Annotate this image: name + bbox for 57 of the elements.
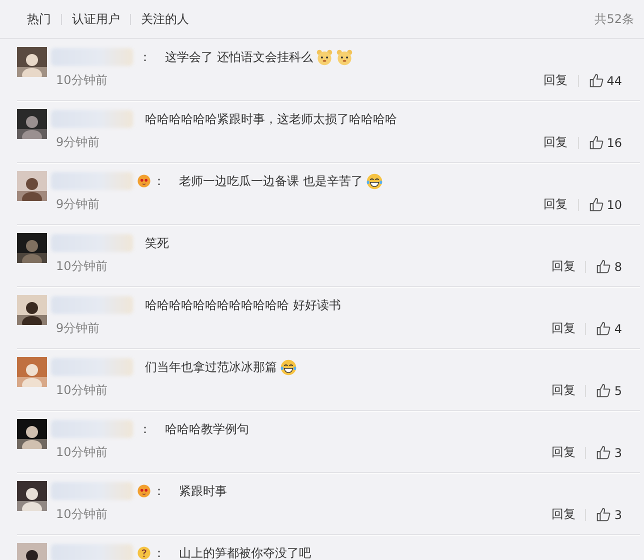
laughing-face-icon: [280, 358, 297, 376]
like-count: 3: [614, 446, 622, 460]
colon: ：: [139, 48, 151, 66]
like-count: 16: [606, 136, 622, 150]
reply-link[interactable]: 回复: [551, 320, 576, 337]
reply-link[interactable]: 回复: [544, 196, 568, 213]
comment-text: 这学会了 还怕语文会挂科么: [165, 48, 313, 66]
thumbs-up-icon[interactable]: [596, 507, 612, 522]
bear-face-icon: [316, 48, 333, 66]
colon: ：: [153, 482, 165, 500]
thumbs-up-icon[interactable]: [588, 135, 604, 150]
filter-tab[interactable]: 关注的人: [131, 10, 199, 28]
bear-face-icon: [336, 48, 353, 66]
thumbs-up-icon[interactable]: [596, 259, 612, 274]
colon: ：: [139, 420, 151, 438]
comment-text: 哈哈哈哈哈哈哈哈哈哈哈哈 好好读书: [145, 296, 341, 314]
like-count: 3: [614, 508, 622, 522]
comment-time: 10分钟前: [56, 72, 108, 89]
comment-time: 9分钟前: [56, 196, 101, 213]
thumbs-up-icon[interactable]: [588, 197, 604, 212]
like-count: 5: [614, 384, 622, 398]
comment-text: 笑死: [145, 234, 169, 252]
question-face-icon: [137, 546, 151, 560]
like-count: 44: [606, 74, 622, 88]
colon: ：: [153, 544, 165, 560]
blushing-face-icon: [137, 174, 151, 188]
like-count: 8: [614, 260, 622, 274]
comment-text: 老师一边吃瓜一边备课 也是辛苦了: [179, 172, 363, 190]
comment-text: 紧跟时事: [179, 482, 227, 500]
comment-time: 10分钟前: [56, 444, 108, 461]
comment-time: 10分钟前: [56, 506, 108, 523]
comment-text: 哈哈哈哈哈哈紧跟时事，这老师太损了哈哈哈哈: [145, 110, 397, 128]
like-count: 4: [614, 322, 622, 336]
colon: ：: [153, 172, 165, 190]
thumbs-up-icon[interactable]: [596, 383, 612, 398]
comment-time: 9分钟前: [56, 134, 101, 151]
comment-text: 哈哈哈教学例句: [165, 420, 249, 438]
thumbs-up-icon[interactable]: [596, 445, 612, 460]
comment-time: 10分钟前: [56, 382, 108, 399]
reply-link[interactable]: 回复: [551, 382, 576, 399]
filter-tab[interactable]: 热门: [17, 10, 61, 28]
reply-link[interactable]: 回复: [551, 506, 576, 523]
filter-tab[interactable]: 认证用户: [62, 10, 130, 28]
laughing-face-icon: [366, 172, 383, 190]
comment-time: 9分钟前: [56, 320, 101, 337]
reply-link[interactable]: 回复: [544, 72, 568, 89]
comment-text: 们当年也拿过范冰冰那篇: [145, 358, 277, 376]
reply-link[interactable]: 回复: [551, 258, 576, 275]
reply-link[interactable]: 回复: [551, 444, 576, 461]
comment-time: 10分钟前: [56, 258, 108, 275]
reply-link[interactable]: 回复: [544, 134, 568, 151]
thumbs-up-icon[interactable]: [588, 73, 604, 88]
blushing-face-icon: [137, 484, 151, 498]
like-count: 10: [606, 198, 622, 212]
thumbs-up-icon[interactable]: [596, 321, 612, 336]
comment-text: 山上的笋都被你夺没了吧: [179, 544, 311, 560]
comment-count: 共52条: [594, 10, 634, 28]
